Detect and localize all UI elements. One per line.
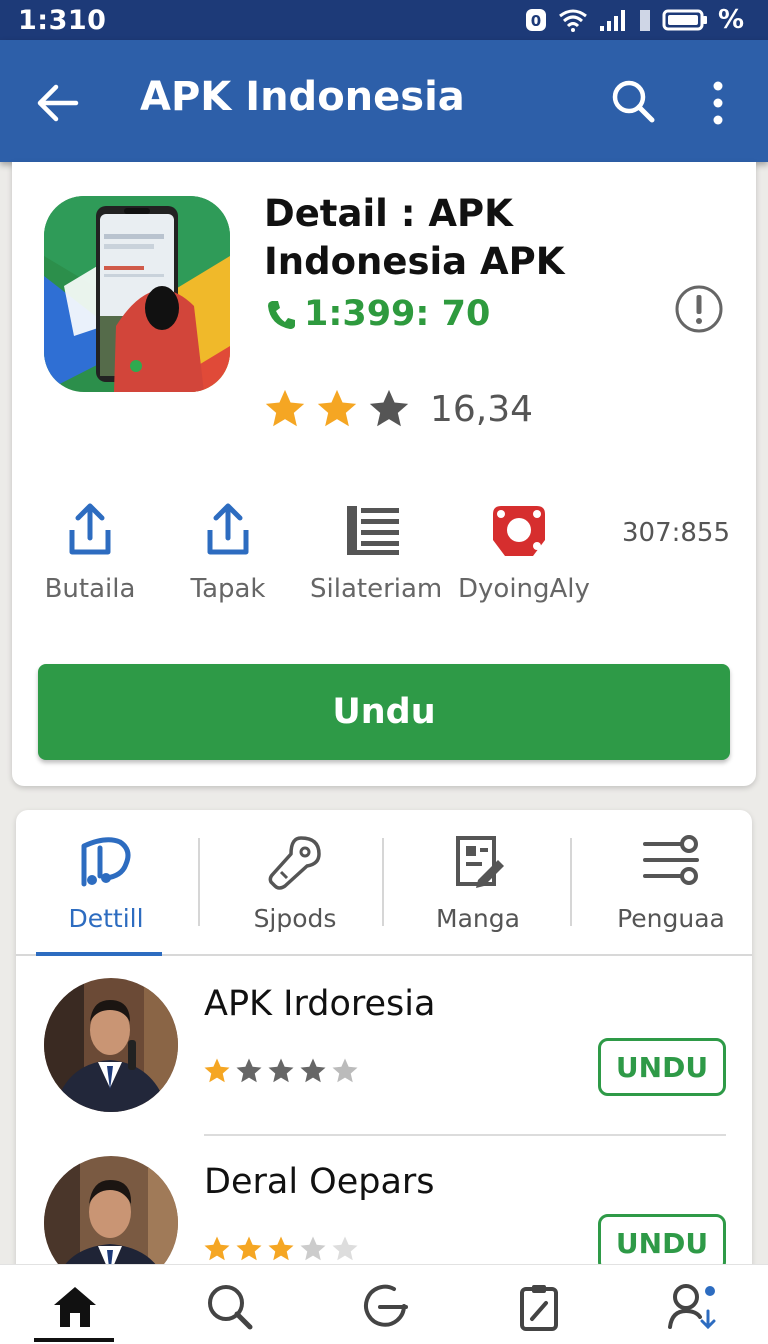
music-note-icon — [81, 837, 131, 887]
battery-level-icon — [639, 10, 650, 31]
action-label: Silateriam — [310, 574, 443, 604]
badge-icon — [493, 506, 545, 556]
search-icon — [208, 1285, 253, 1330]
action-label: Tapak — [190, 574, 266, 604]
nav-account[interactable] — [666, 1281, 716, 1331]
phone-icon — [268, 301, 295, 329]
app-detail-title: Detail : APK Indonesia APK — [264, 192, 565, 283]
battery-icon — [662, 9, 707, 31]
list-item-rating — [202, 1234, 360, 1264]
rating-value: 16,34 — [430, 388, 534, 430]
notification-badge-icon: 0 — [525, 9, 546, 31]
tab-divider — [382, 838, 384, 926]
star-filled-icon — [268, 1058, 294, 1083]
settings-sliders-icon — [643, 835, 699, 885]
status-time: 1:310 — [18, 4, 107, 36]
signal-icon — [599, 10, 625, 31]
bottom-nav — [0, 1264, 768, 1344]
battery-percent: % — [717, 5, 744, 35]
nav-home[interactable] — [50, 1281, 100, 1331]
star-filled-icon — [265, 389, 305, 427]
phone-line: 1:399: 70 — [266, 294, 490, 334]
svg-text:0: 0 — [531, 12, 541, 30]
tab-label: Manga — [436, 904, 520, 933]
list-item-rating — [202, 1056, 360, 1086]
tab-bar: Dettill Sjpods Manga Penguaa — [16, 810, 752, 956]
action-meta-value: 307:855 — [622, 518, 731, 548]
star-filled-icon — [204, 1058, 230, 1083]
list-icon — [347, 506, 399, 555]
tab-divider — [198, 838, 200, 926]
star-empty-icon — [332, 1236, 358, 1261]
clipboard-icon — [520, 1285, 558, 1331]
page-title: APK Indonesia — [140, 74, 465, 120]
tab-label: Dettill — [68, 904, 144, 933]
nav-search[interactable] — [204, 1281, 254, 1331]
rating-row: 16,34 — [262, 386, 533, 432]
star-half-icon — [332, 1058, 358, 1083]
tab-sjpods[interactable]: Sjpods — [236, 810, 354, 956]
wifi-icon — [559, 9, 587, 32]
download-button[interactable]: Undu — [38, 664, 730, 760]
nav-refresh[interactable] — [360, 1281, 410, 1331]
tab-penguaa[interactable]: Penguaa — [606, 810, 736, 956]
tab-label: Sjpods — [253, 904, 337, 933]
action-dyoingaly[interactable]: DyoingAly — [458, 500, 590, 604]
refresh-icon — [364, 1284, 408, 1327]
share-icon — [69, 503, 111, 555]
action-butaila[interactable]: Butaila — [42, 500, 138, 604]
avatar — [44, 978, 178, 1112]
star-empty-icon — [369, 389, 409, 427]
star-filled-icon — [300, 1058, 326, 1083]
status-icons: 0 % — [524, 5, 744, 35]
action-label: Butaila — [44, 574, 136, 604]
tab-divider — [570, 838, 572, 926]
key-icon — [268, 836, 321, 890]
back-arrow-icon[interactable] — [34, 80, 80, 126]
home-icon — [54, 1287, 96, 1327]
app-icon — [44, 196, 230, 392]
tab-label: Penguaa — [617, 904, 725, 933]
tab-dettill[interactable]: Dettill — [50, 810, 162, 956]
action-row: Butaila Tapak Silateriam DyoingAly 307:8… — [12, 500, 756, 620]
app-detail-card: Detail : APK Indonesia APK 1:399: 70 16,… — [12, 162, 756, 786]
star-empty-icon — [300, 1236, 326, 1261]
active-tab-indicator — [36, 952, 162, 956]
share-icon — [207, 503, 249, 555]
search-icon[interactable] — [610, 78, 656, 124]
download-small-button[interactable]: UNDU — [598, 1038, 726, 1096]
star-filled-icon — [204, 1236, 230, 1261]
star-filled-icon — [236, 1058, 262, 1083]
info-icon[interactable] — [674, 284, 724, 334]
list-item-title: APK Irdoresia — [204, 984, 436, 1024]
home-indicator — [34, 1338, 114, 1342]
status-bar: 1:310 0 % — [0, 0, 768, 40]
action-label: DyoingAly — [458, 574, 590, 604]
more-vert-icon[interactable] — [706, 80, 730, 126]
nav-tasks[interactable] — [514, 1281, 564, 1331]
star-filled-icon — [317, 389, 357, 427]
edit-document-icon — [456, 836, 504, 888]
action-tapak[interactable]: Tapak — [180, 500, 276, 604]
list-item-title: Deral Oepars — [204, 1162, 435, 1202]
list-item[interactable]: APK Irdoresia UNDU — [16, 958, 752, 1128]
user-search-icon — [668, 1284, 716, 1330]
action-silateriam[interactable]: Silateriam — [310, 500, 443, 604]
star-filled-icon — [236, 1236, 262, 1261]
star-filled-icon — [268, 1236, 294, 1261]
tab-manga[interactable]: Manga — [420, 810, 536, 956]
phone-number: 1:399: 70 — [304, 294, 491, 334]
app-bar: APK Indonesia — [0, 40, 768, 162]
